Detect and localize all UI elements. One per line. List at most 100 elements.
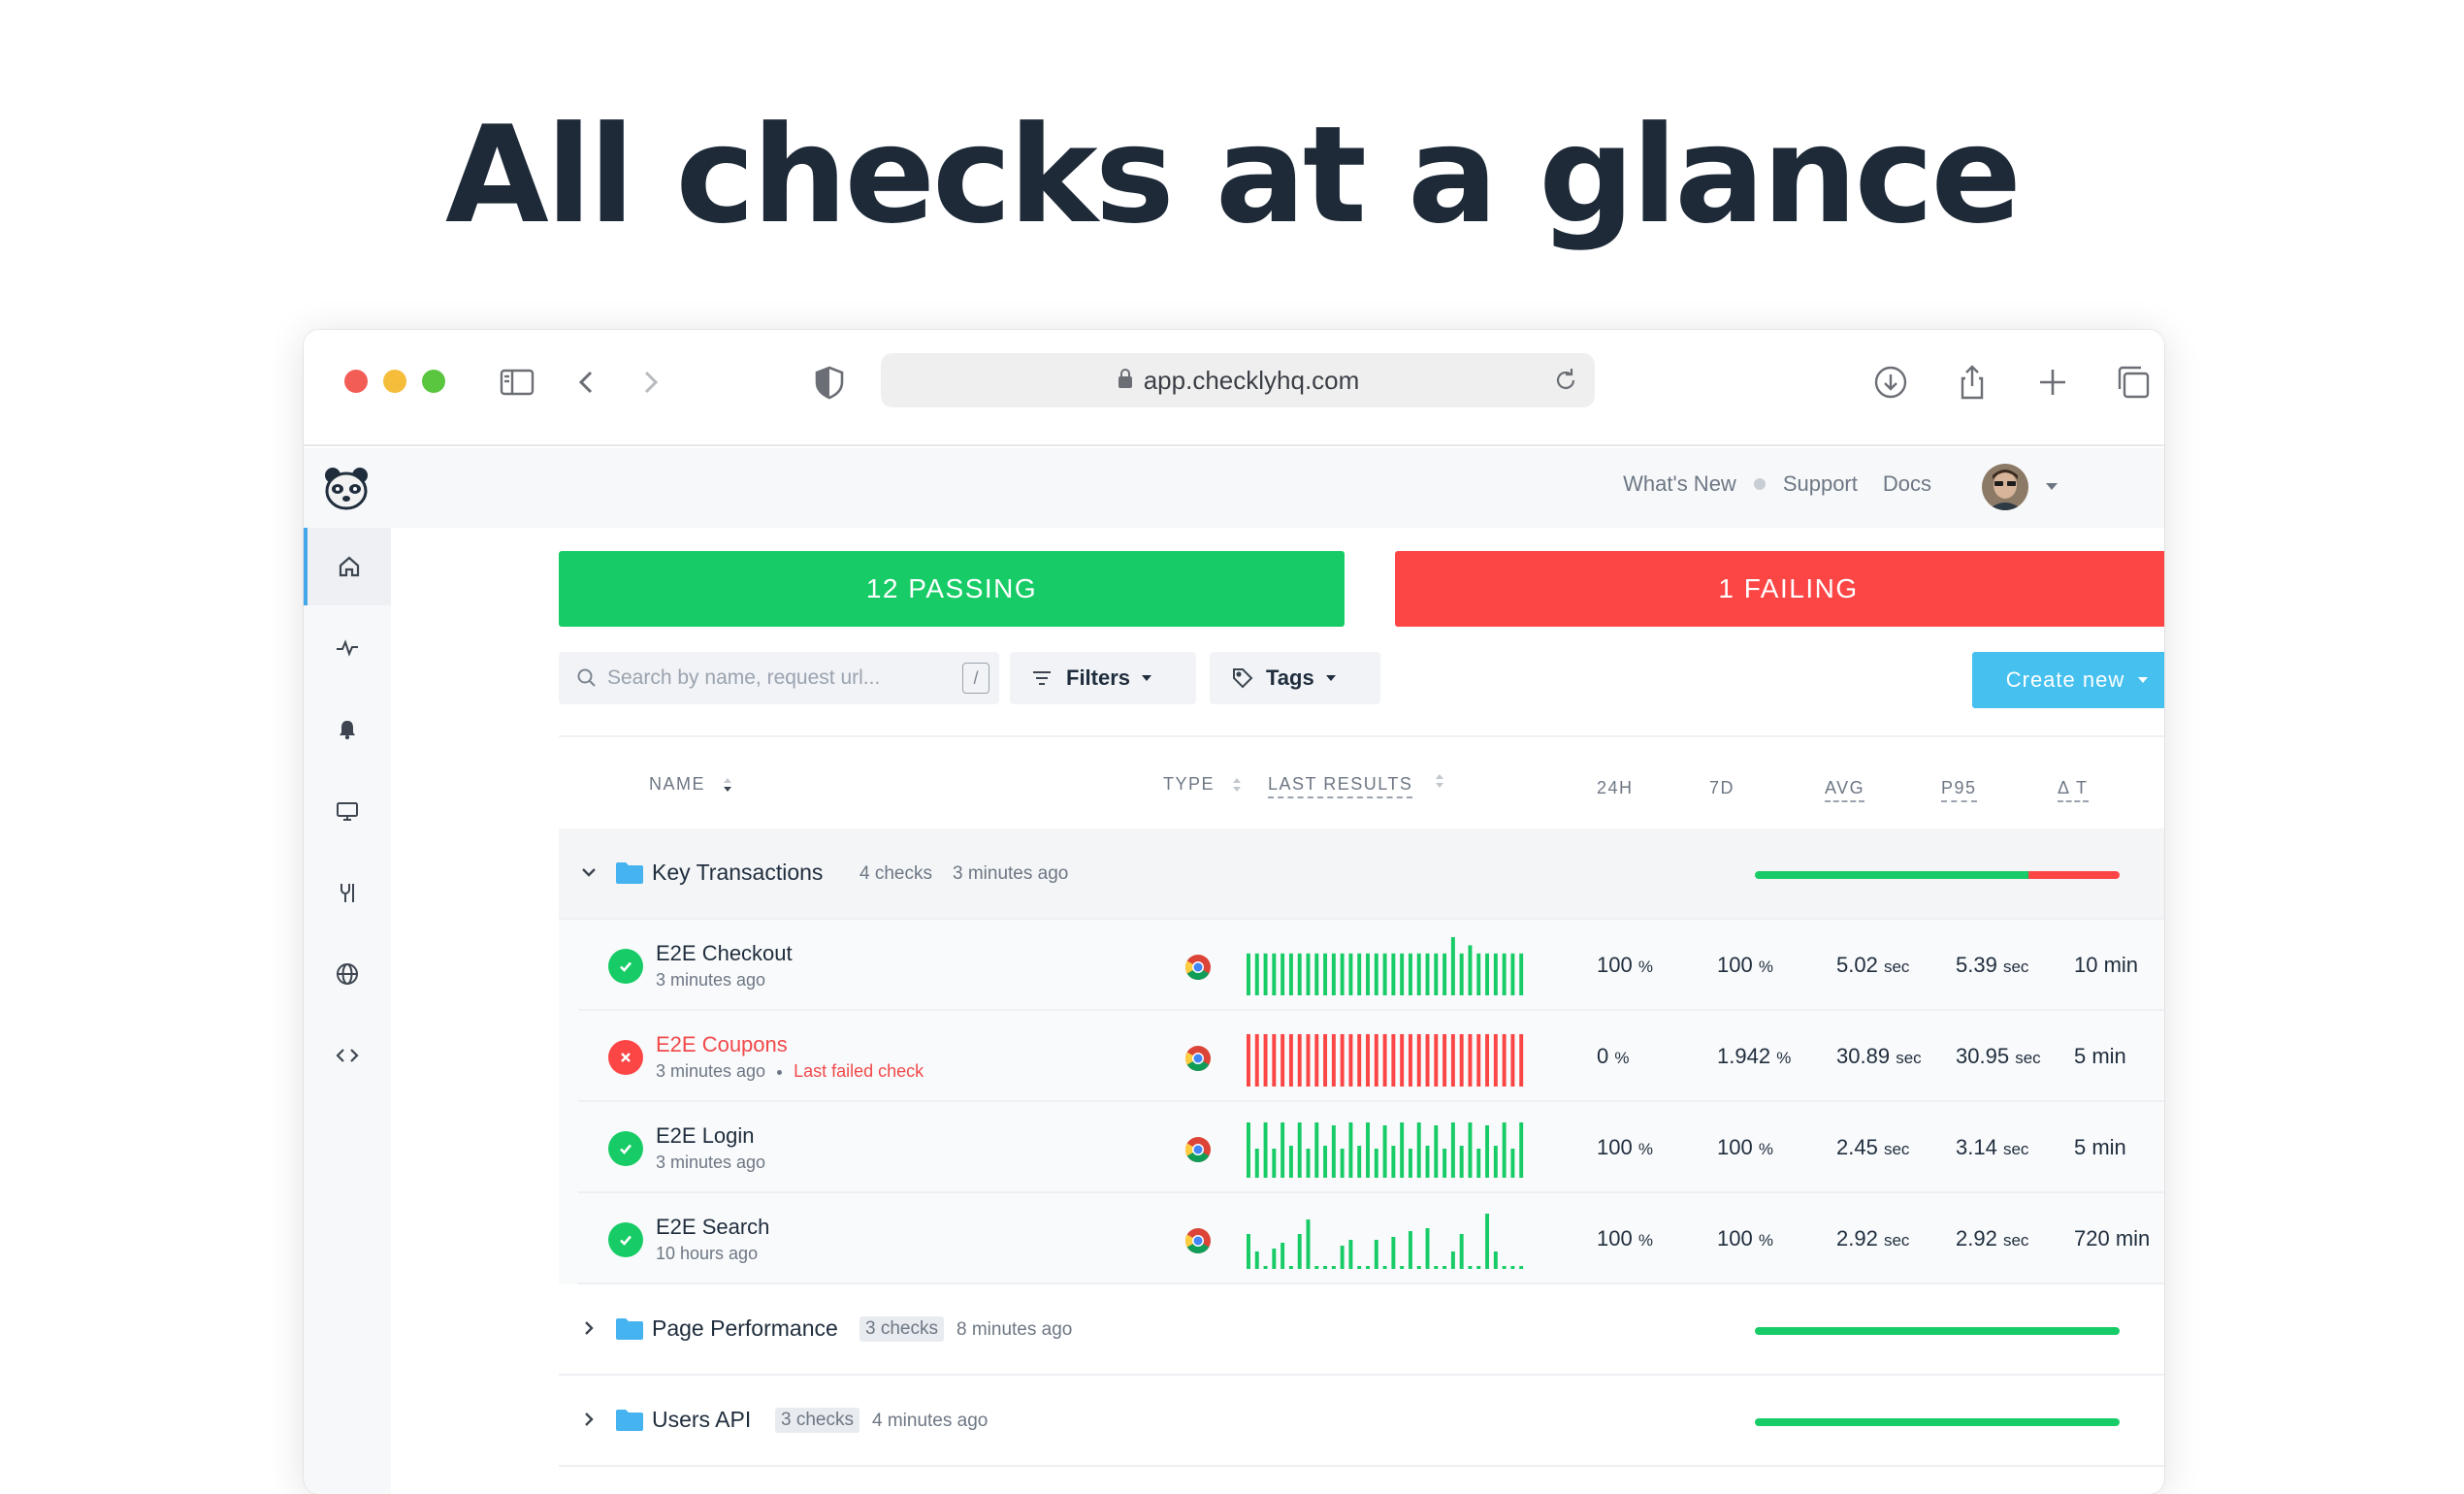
last-results-sparkline[interactable] <box>1246 1209 1527 1269</box>
sidebar-toggle-icon[interactable] <box>496 361 538 404</box>
user-menu-caret-icon[interactable] <box>2046 483 2058 490</box>
result-bar[interactable] <box>1247 1122 1250 1178</box>
result-bar[interactable] <box>1434 953 1439 995</box>
result-bar[interactable] <box>1374 1149 1378 1178</box>
col-24h-header[interactable]: 24H <box>1597 778 1634 798</box>
result-bar[interactable] <box>1400 1034 1405 1087</box>
result-bar[interactable] <box>1323 1034 1328 1087</box>
result-bar[interactable] <box>1382 1034 1387 1087</box>
result-bar[interactable] <box>1314 1266 1319 1269</box>
result-bar[interactable] <box>1468 1122 1473 1178</box>
result-bar[interactable] <box>1297 1034 1302 1087</box>
result-bar[interactable] <box>1468 945 1473 995</box>
result-bar[interactable] <box>1374 953 1378 995</box>
result-bar[interactable] <box>1443 1034 1447 1087</box>
result-bar[interactable] <box>1314 953 1319 995</box>
sidebar-item-code[interactable] <box>304 1017 391 1094</box>
group-name[interactable]: Page Performance <box>652 1315 838 1342</box>
check-row[interactable]: E2E Search 10 hours ago 100 % 100 % 2.92 sec… <box>559 1193 2164 1284</box>
result-bar[interactable] <box>1391 1237 1396 1269</box>
last-failed-link[interactable]: Last failed check <box>794 1061 924 1081</box>
result-bar[interactable] <box>1314 1034 1319 1087</box>
result-bar[interactable] <box>1366 1034 1370 1087</box>
result-bar[interactable] <box>1493 953 1498 995</box>
reload-icon[interactable] <box>1550 365 1581 396</box>
result-bar[interactable] <box>1502 1266 1507 1269</box>
result-bar[interactable] <box>1519 1034 1524 1087</box>
result-bar[interactable] <box>1272 1249 1277 1269</box>
result-bar[interactable] <box>1263 1122 1268 1178</box>
result-bar[interactable] <box>1323 953 1328 995</box>
result-bar[interactable] <box>1476 1034 1481 1087</box>
result-bar[interactable] <box>1314 1122 1319 1178</box>
result-bar[interactable] <box>1450 1251 1455 1269</box>
result-bar[interactable] <box>1288 1266 1293 1269</box>
sidebar-item-tools[interactable] <box>304 854 391 931</box>
failing-summary-bar[interactable]: 1 FAILING <box>1395 551 2164 627</box>
col-delta-t-header[interactable]: Δ T <box>2058 778 2089 802</box>
last-results-sparkline[interactable] <box>1246 1118 1527 1178</box>
nav-support-link[interactable]: Support <box>1783 471 1858 497</box>
checkly-logo[interactable] <box>321 464 372 514</box>
result-bar[interactable] <box>1434 1034 1439 1087</box>
result-bar[interactable] <box>1493 1034 1498 1087</box>
result-bar[interactable] <box>1510 1034 1515 1087</box>
close-window-button[interactable] <box>344 370 368 393</box>
result-bar[interactable] <box>1468 1034 1473 1087</box>
sidebar-item-locations[interactable] <box>304 935 391 1013</box>
result-bar[interactable] <box>1331 1266 1336 1269</box>
sidebar-item-alerts[interactable] <box>304 691 391 768</box>
check-row[interactable]: E2E Coupons 3 minutes ago Last failed chec… <box>559 1011 2164 1102</box>
col-last-results-header[interactable]: LAST RESULTS <box>1268 774 1413 798</box>
col-name-header[interactable]: NAME <box>649 774 733 796</box>
user-avatar[interactable] <box>1982 464 2028 510</box>
result-bar[interactable] <box>1263 1266 1268 1269</box>
result-bar[interactable] <box>1459 1146 1464 1178</box>
result-bar[interactable] <box>1443 953 1447 995</box>
result-bar[interactable] <box>1400 1122 1405 1178</box>
result-bar[interactable] <box>1391 953 1396 995</box>
filters-button[interactable]: Filters <box>1010 652 1196 704</box>
nav-whats-new-link[interactable]: What's New <box>1623 471 1736 497</box>
result-bar[interactable] <box>1357 1266 1362 1269</box>
download-icon[interactable] <box>1869 361 1912 404</box>
result-bar[interactable] <box>1331 1034 1336 1087</box>
check-row[interactable]: E2E Login 3 minutes ago 100 % 100 % 2.45 sec… <box>559 1102 2164 1193</box>
result-bar[interactable] <box>1254 1149 1259 1178</box>
result-bar[interactable] <box>1340 953 1345 995</box>
result-bar[interactable] <box>1502 953 1507 995</box>
result-bar[interactable] <box>1443 1266 1447 1269</box>
result-bar[interactable] <box>1459 1234 1464 1269</box>
check-name[interactable]: E2E Coupons <box>656 1032 788 1057</box>
group-row-page-performance[interactable]: Page Performance 3 checks 8 minutes ago <box>559 1284 2164 1376</box>
result-bar[interactable] <box>1476 953 1481 995</box>
result-bar[interactable] <box>1510 1149 1515 1178</box>
address-bar[interactable]: app.checklyhq.com <box>881 353 1595 407</box>
result-bar[interactable] <box>1366 1122 1370 1178</box>
result-bar[interactable] <box>1348 1240 1353 1269</box>
result-bar[interactable] <box>1391 1146 1396 1178</box>
group-row-users-api[interactable]: Users API 3 checks 4 minutes ago <box>559 1376 2164 1467</box>
result-bar[interactable] <box>1425 1228 1430 1269</box>
result-bar[interactable] <box>1281 1243 1285 1269</box>
chevron-right-icon[interactable] <box>578 1409 600 1430</box>
col-type-header[interactable]: TYPE <box>1163 774 1243 796</box>
group-row-key-transactions[interactable]: Key Transactions 4 checks 3 minutes ago <box>559 828 2164 920</box>
shield-icon[interactable] <box>808 361 851 404</box>
result-bar[interactable] <box>1357 1034 1362 1087</box>
result-bar[interactable] <box>1391 1034 1396 1087</box>
check-name[interactable]: E2E Search <box>656 1215 769 1240</box>
check-row[interactable]: E2E Checkout 3 minutes ago 100 % 100 % 5.02 … <box>559 920 2164 1011</box>
result-bar[interactable] <box>1476 1149 1481 1178</box>
result-bar[interactable] <box>1434 1266 1439 1269</box>
result-bar[interactable] <box>1408 1231 1412 1269</box>
col-avg-header[interactable]: AVG <box>1825 778 1865 802</box>
result-bar[interactable] <box>1434 1125 1439 1178</box>
result-bar[interactable] <box>1340 1246 1345 1269</box>
result-bar[interactable] <box>1366 1266 1370 1269</box>
result-bar[interactable] <box>1450 937 1455 995</box>
result-bar[interactable] <box>1281 1034 1285 1087</box>
result-bar[interactable] <box>1408 1034 1412 1087</box>
result-bar[interactable] <box>1306 1219 1311 1269</box>
result-bar[interactable] <box>1416 1266 1421 1269</box>
